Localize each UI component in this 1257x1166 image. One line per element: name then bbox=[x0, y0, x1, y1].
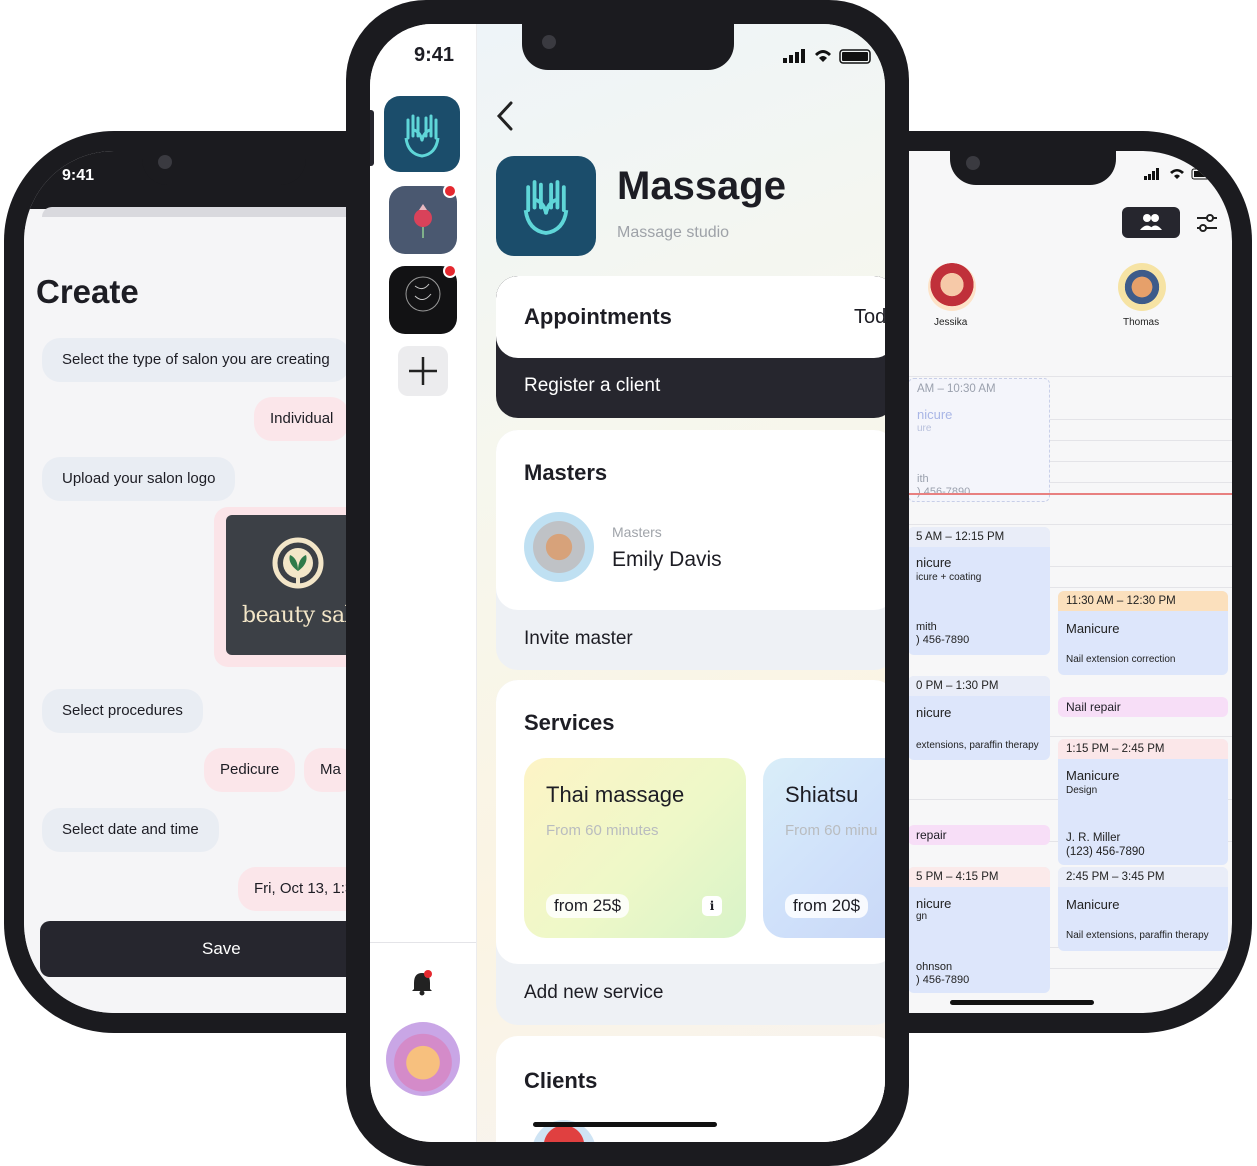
notification-dot bbox=[443, 184, 457, 198]
appointments-title: Appointments bbox=[524, 304, 672, 329]
salon-astezis[interactable] bbox=[389, 264, 457, 334]
answer-salon-type[interactable]: Individual bbox=[254, 397, 350, 441]
status-time: 9:41 bbox=[62, 167, 95, 184]
register-client-button[interactable]: Register a client bbox=[524, 375, 660, 397]
question-procedures: Select procedures bbox=[42, 689, 203, 733]
nail-repair-tag[interactable]: Nail repair bbox=[1058, 697, 1228, 717]
services-title: Services bbox=[524, 710, 615, 735]
salon-logo bbox=[496, 156, 596, 256]
appointment-card[interactable]: 0 PM – 1:30 PM nicure extensions, paraff… bbox=[908, 676, 1050, 760]
nail-repair-tag[interactable]: repair bbox=[908, 825, 1050, 845]
grid-line bbox=[870, 376, 1232, 377]
notifications-button[interactable] bbox=[410, 969, 434, 997]
grid-line bbox=[870, 524, 1232, 525]
plus-icon bbox=[409, 357, 437, 385]
invite-master-button[interactable]: Invite master bbox=[496, 610, 885, 670]
service-card-thai[interactable]: Thai massage From 60 minutes from 25$ i bbox=[524, 758, 746, 938]
staff-name-thomas: Thomas bbox=[1123, 317, 1160, 328]
salon-detail-content: Massage Massage studio Appointments Tod … bbox=[477, 24, 885, 1142]
service-price: from 25$ bbox=[546, 894, 630, 918]
appointments-card: Appointments Tod Register a client bbox=[496, 276, 885, 418]
camera-icon bbox=[542, 35, 556, 49]
appointment-card[interactable]: 5 AM – 12:15 PM nicure icure + coating m… bbox=[908, 527, 1050, 655]
service-name: Shiatsu bbox=[785, 782, 859, 807]
add-service-button[interactable]: Add new service bbox=[496, 964, 885, 1024]
salon-detail-screen: 9:41 Massage Massage studio Appointments… bbox=[370, 24, 885, 1142]
rose-icon bbox=[414, 204, 432, 238]
home-indicator bbox=[533, 1122, 717, 1127]
masters-list: Masters Masters Emily Davis bbox=[496, 430, 885, 610]
home-indicator bbox=[950, 1000, 1094, 1005]
back-arrow-icon[interactable] bbox=[495, 100, 515, 132]
master-name[interactable]: Emily Davis bbox=[612, 548, 722, 572]
master-avatar[interactable] bbox=[524, 512, 594, 582]
today-label[interactable]: Tod bbox=[854, 306, 885, 329]
service-price: from 20$ bbox=[785, 894, 869, 918]
appointment-card[interactable]: 5 PM – 4:15 PM nicure gn ohnson ) 456-78… bbox=[908, 867, 1050, 993]
salon-detail-phone: 9:41 Massage Massage studio Appointments… bbox=[346, 0, 909, 1166]
appointment-card[interactable]: 1:15 PM – 2:45 PM Manicure Design J. R. … bbox=[1058, 739, 1228, 865]
appointments-header[interactable]: Appointments Tod bbox=[496, 276, 885, 358]
salon-title: Massage bbox=[617, 164, 786, 208]
service-name: Thai massage bbox=[546, 782, 685, 807]
avatar-thomas[interactable] bbox=[1118, 263, 1166, 311]
notification-dot bbox=[443, 264, 457, 278]
hands-icon bbox=[523, 180, 569, 235]
divider bbox=[370, 942, 476, 943]
masters-card: Masters Masters Emily Davis Invite maste… bbox=[496, 430, 885, 670]
add-salon-button[interactable] bbox=[398, 346, 448, 396]
question-salon-type: Select the type of salon you are creatin… bbox=[42, 338, 350, 382]
status-icons bbox=[1144, 168, 1215, 180]
service-duration: From 60 minu bbox=[785, 822, 878, 839]
hands-icon bbox=[404, 114, 440, 158]
status-time: 9:41 bbox=[414, 44, 455, 66]
leaf-logo-icon bbox=[272, 537, 324, 589]
camera-icon bbox=[966, 156, 980, 170]
status-icons bbox=[783, 49, 871, 64]
staff-name-jessika: Jessika bbox=[934, 317, 968, 328]
active-indicator bbox=[370, 110, 374, 166]
service-card-shiatsu[interactable]: Shiatsu From 60 minu from 20$ bbox=[763, 758, 885, 938]
service-duration: From 60 minutes bbox=[546, 822, 659, 839]
question-date-time: Select date and time bbox=[42, 808, 219, 852]
question-upload-logo: Upload your salon logo bbox=[42, 457, 236, 501]
page-title: Create bbox=[36, 273, 139, 310]
masters-title: Masters bbox=[524, 460, 608, 485]
current-time-line bbox=[870, 493, 1232, 495]
appointment-card[interactable]: 2:45 PM – 3:45 PM Manicure Nail extensio… bbox=[1058, 867, 1228, 951]
salon-subtitle: Massage studio bbox=[617, 224, 730, 241]
procedure-pedicure[interactable]: Pedicure bbox=[204, 748, 296, 792]
salon-massage[interactable] bbox=[384, 96, 460, 172]
master-role: Masters bbox=[612, 524, 662, 540]
filter-icon[interactable] bbox=[1193, 209, 1221, 237]
staff-view-button[interactable] bbox=[1122, 207, 1180, 238]
avatar-jessika[interactable] bbox=[928, 263, 976, 311]
users-icon bbox=[1140, 214, 1162, 230]
appointment-card[interactable]: 11:30 AM – 12:30 PM Manicure Nail extens… bbox=[1058, 591, 1228, 675]
appointment-card[interactable]: AM – 10:30 AM nicure ure ith ) 456-7890 bbox=[908, 378, 1050, 502]
salon-switcher-rail: 9:41 bbox=[370, 24, 476, 1142]
clients-title: Clients bbox=[524, 1068, 598, 1093]
bell-icon bbox=[412, 970, 432, 996]
profile-avatar[interactable] bbox=[386, 1022, 460, 1096]
camera-icon bbox=[158, 155, 172, 169]
salon-rose[interactable] bbox=[389, 184, 457, 254]
astezis-logo-icon bbox=[405, 276, 441, 312]
info-icon[interactable]: i bbox=[702, 896, 722, 916]
